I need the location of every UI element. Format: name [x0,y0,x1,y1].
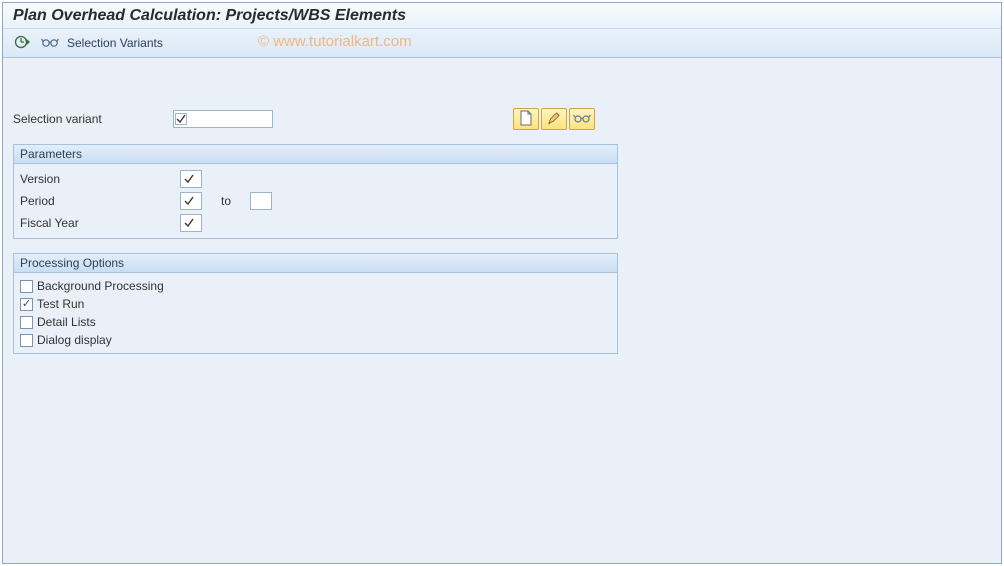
application-toolbar: Selection Variants [3,29,1001,58]
selection-variants-button[interactable] [39,32,61,54]
create-variant-button[interactable] [513,108,539,130]
fiscal-year-label: Fiscal Year [20,216,180,230]
processing-options-group: Processing Options Background Processing… [13,253,618,354]
display-variant-button[interactable] [569,108,595,130]
period-to-input[interactable] [250,192,272,210]
background-processing-checkbox[interactable] [20,280,33,293]
selection-variant-label: Selection variant [13,112,173,126]
test-run-label: Test Run [37,297,84,311]
dialog-display-checkbox[interactable] [20,334,33,347]
required-icon [183,194,195,206]
pencil-icon [547,111,561,128]
selection-variant-input[interactable] [173,110,273,128]
glasses-icon [41,35,59,52]
change-variant-button[interactable] [541,108,567,130]
period-to-label: to [202,194,250,208]
test-run-checkbox[interactable] [20,298,33,311]
selection-variants-label: Selection Variants [67,36,163,50]
document-icon [519,110,533,129]
page-title: Plan Overhead Calculation: Projects/WBS … [3,3,1001,29]
detail-lists-checkbox[interactable] [20,316,33,329]
period-label: Period [20,194,180,208]
version-label: Version [20,172,180,186]
required-icon [183,216,195,228]
parameters-group: Parameters Version Period [13,144,618,239]
parameters-header: Parameters [14,145,617,164]
background-processing-label: Background Processing [37,279,164,293]
execute-button[interactable] [11,32,33,54]
detail-lists-label: Detail Lists [37,315,96,329]
processing-options-header: Processing Options [14,254,617,273]
clock-execute-icon [14,34,30,53]
required-icon [183,172,195,184]
dialog-display-label: Dialog display [37,333,112,347]
required-icon [175,112,187,124]
glasses-icon [573,112,591,127]
